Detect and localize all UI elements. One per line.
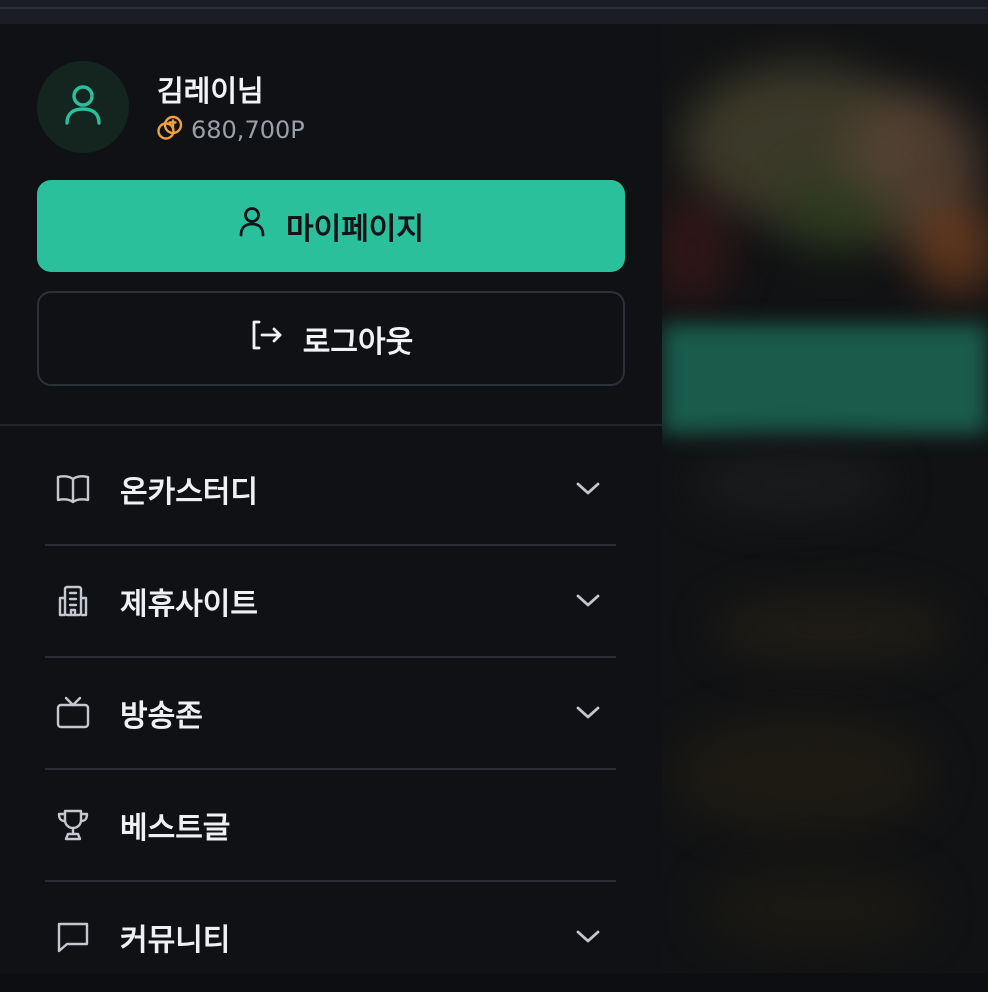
user-icon [238, 206, 266, 246]
chat-bubble-icon [53, 917, 93, 957]
mypage-button[interactable]: 마이페이지 [37, 180, 625, 272]
avatar [37, 61, 129, 153]
logout-label: 로그아웃 [302, 324, 414, 360]
points-row: 680,700P [157, 115, 305, 145]
menu-item-best-posts[interactable]: 베스트글 [45, 770, 616, 882]
chevron-down-icon[interactable] [573, 922, 603, 952]
menu-label: 커뮤니티 [120, 923, 231, 958]
chevron-down-icon[interactable] [573, 586, 603, 616]
side-drawer: 김레이님 680,700P 마이페이지 로그아웃 온카스터디 제휴사이트 방송존… [0, 24, 662, 973]
browser-top-bar [0, 0, 988, 25]
points-value: 680,700P [191, 116, 305, 144]
menu-label: 제휴사이트 [120, 587, 258, 622]
top-bar-line [0, 7, 988, 9]
user-icon [63, 83, 103, 131]
mypage-label: 마이페이지 [286, 212, 424, 247]
building-icon [53, 581, 93, 621]
chevron-down-icon[interactable] [573, 474, 603, 504]
chevron-down-icon[interactable] [573, 698, 603, 728]
logout-icon [249, 319, 283, 359]
menu-item-community[interactable]: 커뮤니티 [45, 882, 616, 992]
menu-label: 온카스터디 [120, 475, 258, 510]
blurred-page-backdrop[interactable] [662, 24, 988, 973]
section-divider [0, 424, 662, 426]
tv-icon [53, 693, 93, 733]
menu-label: 베스트글 [120, 811, 231, 846]
nav-menu: 온카스터디 제휴사이트 방송존 베스트글 커뮤니티 [45, 434, 616, 992]
menu-item-oncastudy[interactable]: 온카스터디 [45, 434, 616, 546]
menu-label: 방송존 [120, 699, 203, 734]
book-icon [53, 469, 93, 509]
coin-icon [157, 115, 183, 145]
logout-button[interactable]: 로그아웃 [37, 291, 625, 386]
menu-item-partner-sites[interactable]: 제휴사이트 [45, 546, 616, 658]
trophy-icon [53, 805, 93, 845]
user-name: 김레이님 [157, 74, 264, 108]
menu-item-broadcast-zone[interactable]: 방송존 [45, 658, 616, 770]
